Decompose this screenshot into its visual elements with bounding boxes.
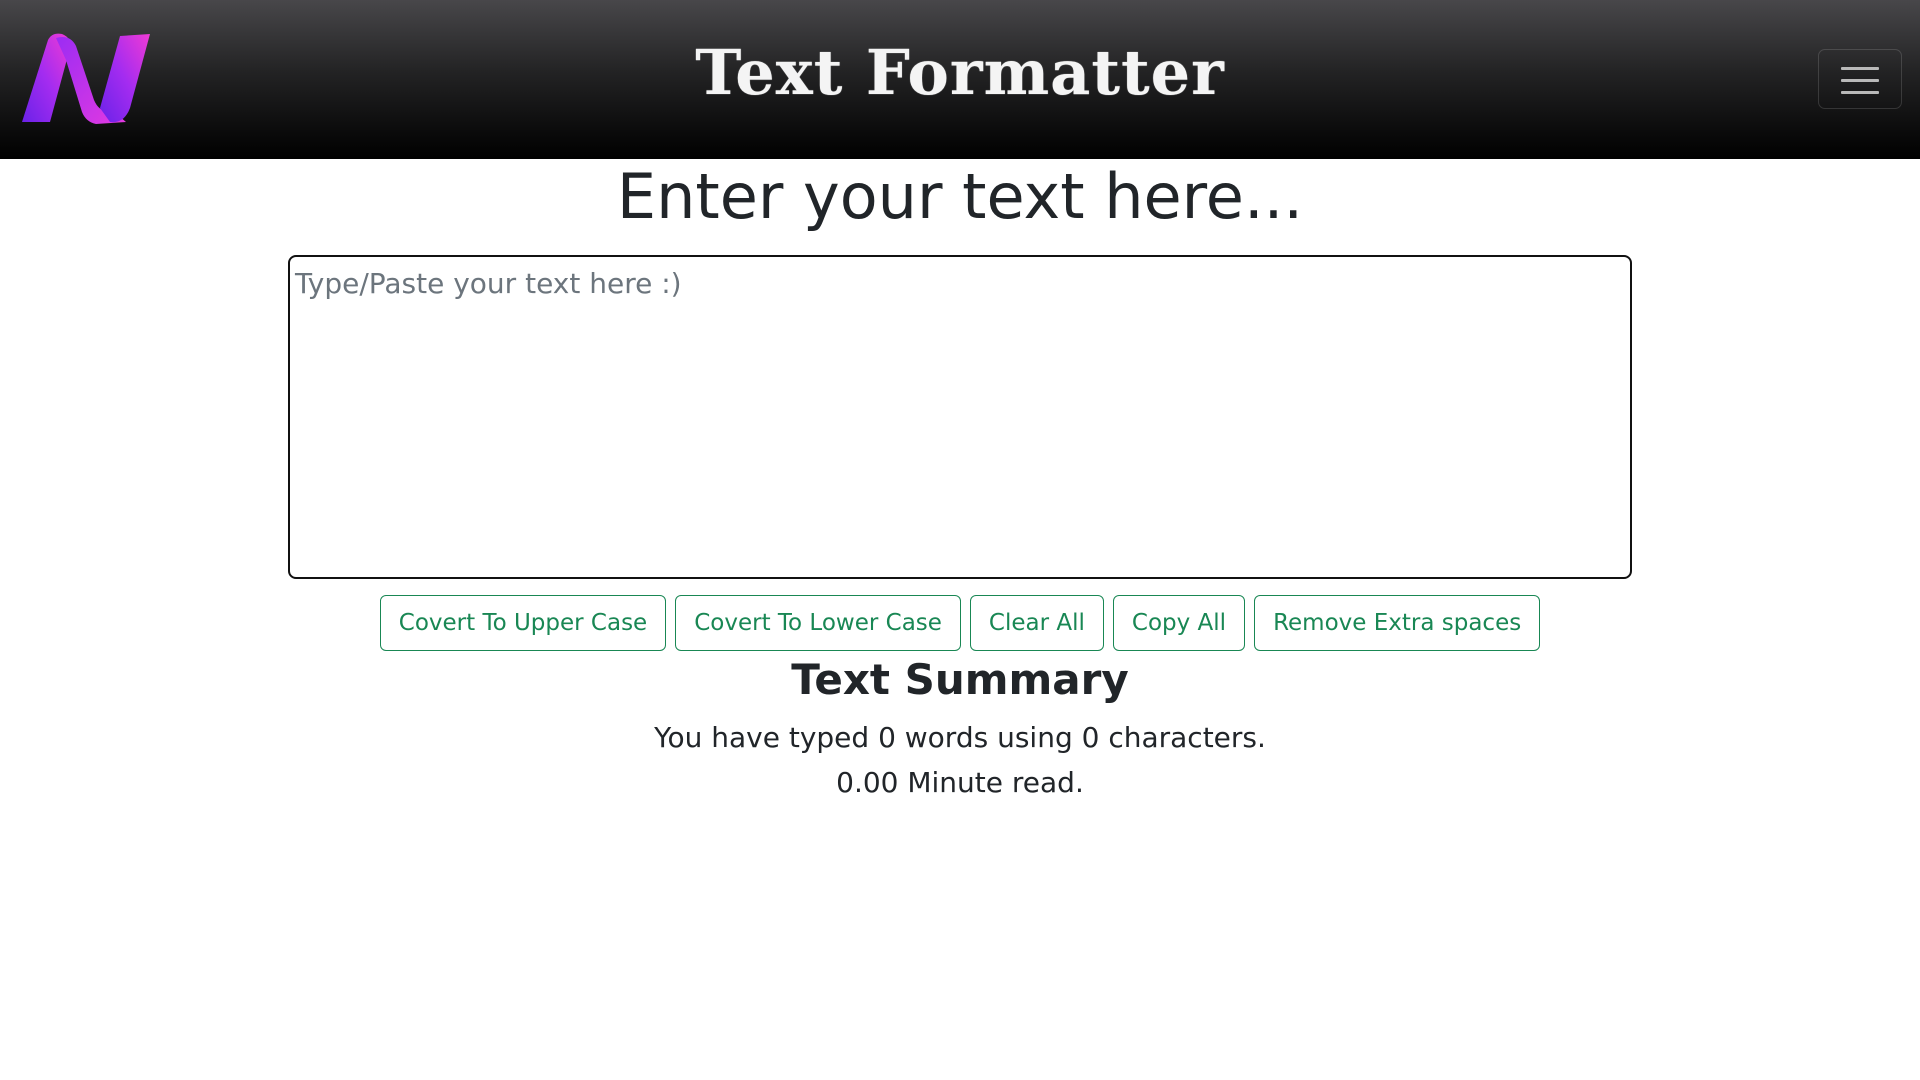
app-title: Text Formatter — [695, 36, 1225, 109]
word-count-text: You have typed 0 words using 0 character… — [654, 721, 1266, 754]
navbar: Text Formatter — [0, 0, 1920, 159]
navbar-toggle-button[interactable] — [1818, 49, 1902, 109]
text-input[interactable] — [288, 255, 1632, 579]
summary-title: Text Summary — [791, 655, 1129, 704]
clear-all-button[interactable]: Clear All — [969, 595, 1104, 651]
read-time-text: 0.00 Minute read. — [836, 766, 1084, 799]
uppercase-button[interactable]: Covert To Upper Case — [379, 595, 667, 651]
lowercase-button[interactable]: Covert To Lower Case — [675, 595, 961, 651]
action-buttons: Covert To Upper Case Covert To Lower Cas… — [0, 595, 1920, 651]
page-heading: Enter your text here... — [616, 160, 1304, 233]
remove-extra-spaces-button[interactable]: Remove Extra spaces — [1254, 595, 1541, 651]
copy-all-button[interactable]: Copy All — [1112, 595, 1246, 651]
